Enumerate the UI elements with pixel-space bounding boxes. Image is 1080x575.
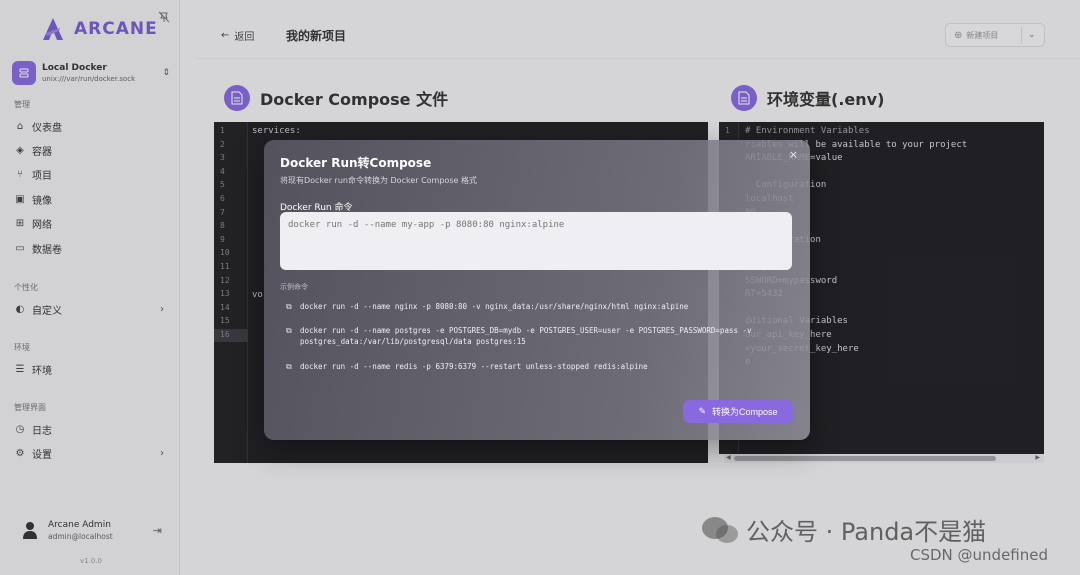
example-command[interactable]: ⧉ docker run -d --name postgres -e POSTG… [286,325,796,347]
convert-to-compose-button[interactable]: ✎ 转换为Compose [683,400,793,423]
example-command-text: docker run -d --name postgres -e POSTGRE… [300,326,752,346]
dialog-title: Docker Run转Compose [280,156,432,170]
wechat-logo-icon [702,516,738,543]
docker-run-input[interactable] [280,212,792,270]
example-command-text: docker run -d --name redis -p 6379:6379 … [300,362,648,371]
copy-icon: ⧉ [286,326,292,335]
copy-icon: ⧉ [286,362,292,371]
close-icon[interactable]: × [789,148,798,161]
docker-run-convert-dialog: Docker Run转Compose 将现有Docker run命令转换为 Do… [264,140,810,440]
example-command-text: docker run -d --name nginx -p 8080:80 -v… [300,302,689,311]
example-command[interactable]: ⧉ docker run -d --name redis -p 6379:637… [286,361,796,372]
dialog-description: 将现有Docker run命令转换为 Docker Compose 格式 [280,176,477,185]
watermark-source: CSDN @undefined [910,546,1049,564]
examples-label: 示例命令 [280,283,308,291]
copy-icon: ⧉ [286,302,292,311]
watermark: 公众号 · Panda不是猫 [700,512,986,547]
watermark-text: 公众号 · Panda不是猫 [746,518,987,546]
wand-icon: ✎ [698,406,706,416]
convert-button-label: 转换为Compose [712,407,778,417]
example-command[interactable]: ⧉ docker run -d --name nginx -p 8080:80 … [286,301,796,312]
